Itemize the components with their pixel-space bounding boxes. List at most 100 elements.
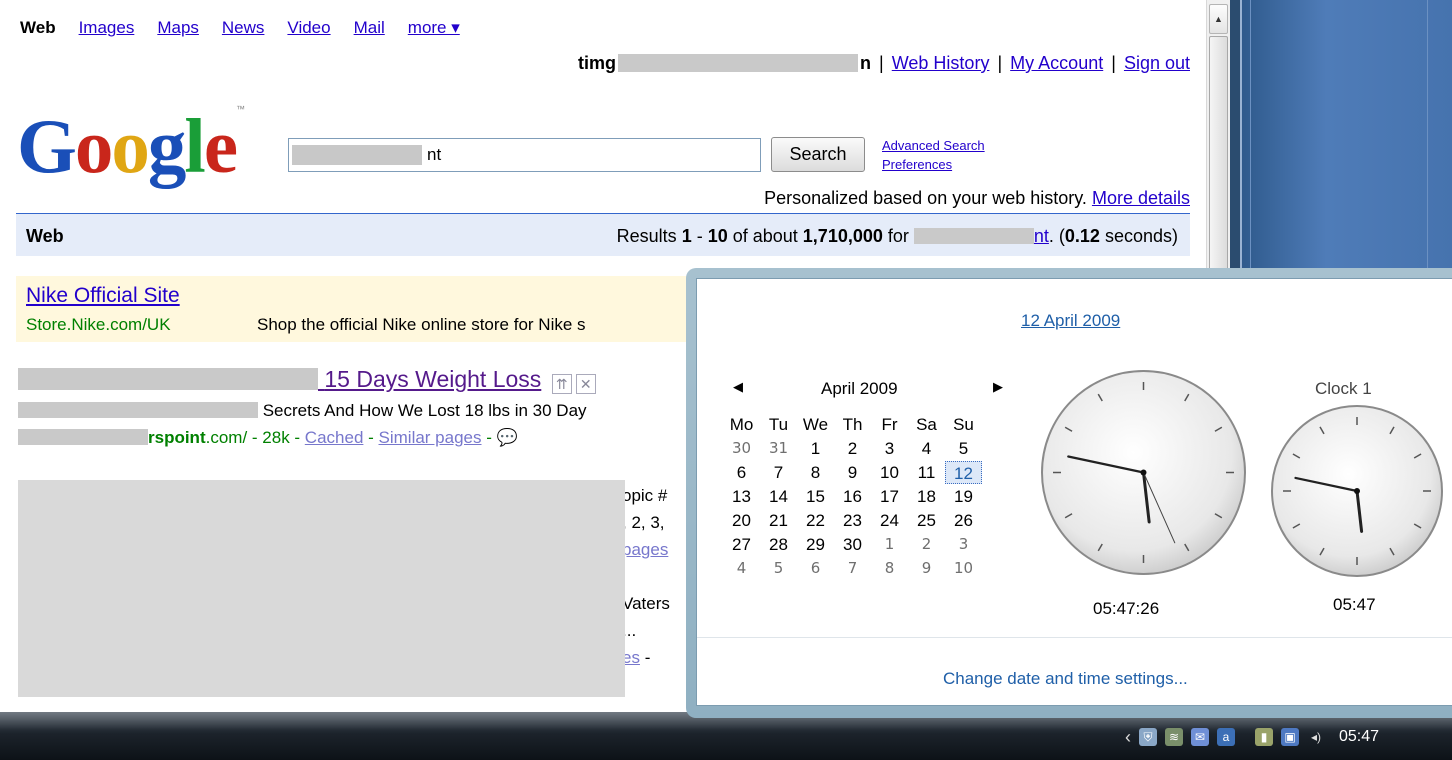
calendar-day[interactable]: 4 bbox=[723, 557, 760, 580]
clock-tick bbox=[1389, 547, 1395, 556]
more-details-link[interactable]: More details bbox=[1092, 188, 1190, 208]
calendar-day[interactable]: 23 bbox=[834, 509, 871, 532]
fragment-text: ... bbox=[622, 621, 637, 640]
calendar-day[interactable]: 7 bbox=[834, 557, 871, 580]
calendar-day[interactable]: 8 bbox=[871, 557, 908, 580]
web-history-link[interactable]: Web History bbox=[892, 53, 990, 73]
nav-mail[interactable]: Mail bbox=[354, 18, 385, 38]
preferences-link[interactable]: Preferences bbox=[882, 155, 985, 174]
calendar-day-today[interactable]: 12 bbox=[945, 461, 982, 484]
query-link[interactable]: nt bbox=[913, 226, 1049, 246]
search-button[interactable]: Search bbox=[771, 137, 865, 172]
calendar-day[interactable]: 21 bbox=[760, 509, 797, 532]
calendar-day[interactable]: 30 bbox=[834, 533, 871, 556]
calendar-day[interactable]: 14 bbox=[760, 485, 797, 508]
power-icon[interactable]: ▮ bbox=[1255, 728, 1273, 746]
calendar-day[interactable]: 7 bbox=[760, 461, 797, 484]
weekday-header: Mo bbox=[729, 415, 754, 434]
calendar-day[interactable]: 2 bbox=[908, 533, 945, 556]
show-hidden-icon[interactable]: ‹ bbox=[1125, 727, 1131, 748]
next-month-icon[interactable]: ▶ bbox=[993, 379, 1003, 395]
calendar-day[interactable]: 5 bbox=[945, 437, 982, 460]
nav-news[interactable]: News bbox=[222, 18, 265, 38]
ad-url: Store.Nike.com/UK bbox=[26, 315, 171, 334]
calendar-day[interactable]: 17 bbox=[871, 485, 908, 508]
scroll-up-arrow-icon[interactable]: ▲ bbox=[1209, 4, 1228, 34]
taskbar-clock[interactable]: 05:47 bbox=[1339, 728, 1379, 746]
comment-icon[interactable]: 💬 bbox=[497, 428, 518, 447]
calendar-day[interactable]: 13 bbox=[723, 485, 760, 508]
calendar-day[interactable]: 25 bbox=[908, 509, 945, 532]
calendar-day[interactable]: 8 bbox=[797, 461, 834, 484]
calendar-day[interactable]: 24 bbox=[871, 509, 908, 532]
calendar-day[interactable]: 19 bbox=[945, 485, 982, 508]
network-icon[interactable]: ≋ bbox=[1165, 728, 1183, 746]
similar-pages-link[interactable]: Similar pages bbox=[379, 428, 482, 447]
calendar-day[interactable]: 1 bbox=[797, 437, 834, 460]
google-logo[interactable]: Google™ bbox=[17, 105, 245, 185]
calendar-day[interactable]: 16 bbox=[834, 485, 871, 508]
previous-month-icon[interactable]: ◀ bbox=[733, 379, 743, 395]
calendar-day[interactable]: 2 bbox=[834, 437, 871, 460]
fragment-text: opic # bbox=[622, 486, 668, 505]
calendar-day[interactable]: 3 bbox=[871, 437, 908, 460]
result-snippet: Secrets And How We Lost 18 lbs in 30 Day bbox=[18, 401, 587, 421]
clock-face-svg bbox=[1053, 382, 1234, 563]
network-status-icon[interactable]: ▣ bbox=[1281, 728, 1299, 746]
calendar-month[interactable]: April 2009 bbox=[821, 379, 898, 399]
calendar-day[interactable]: 4 bbox=[908, 437, 945, 460]
calendar-day[interactable]: 9 bbox=[908, 557, 945, 580]
search-value: nt bbox=[427, 145, 442, 164]
cached-link[interactable]: Cached bbox=[305, 428, 364, 447]
advanced-search-link[interactable]: Advanced Search bbox=[882, 136, 985, 155]
nav-more[interactable]: more ▾ bbox=[408, 18, 460, 38]
nav-video[interactable]: Video bbox=[287, 18, 330, 38]
calendar-day[interactable]: 28 bbox=[760, 533, 797, 556]
calendar-day[interactable]: 9 bbox=[834, 461, 871, 484]
calendar-day[interactable]: 31 bbox=[760, 437, 797, 460]
result-title-link[interactable]: 15 Days Weight Loss bbox=[18, 366, 541, 392]
calendar-day[interactable]: 3 bbox=[945, 533, 982, 556]
remove-icon[interactable]: ✕ bbox=[575, 374, 596, 394]
security-icon[interactable]: ⛨ bbox=[1139, 728, 1157, 746]
calendar-day[interactable]: 18 bbox=[908, 485, 945, 508]
calendar-day[interactable]: 5 bbox=[760, 557, 797, 580]
nav-maps[interactable]: Maps bbox=[157, 18, 199, 38]
calendar-day[interactable]: 10 bbox=[871, 461, 908, 484]
calendar-day[interactable]: 29 bbox=[797, 533, 834, 556]
change-date-time-settings-link[interactable]: Change date and time settings... bbox=[943, 669, 1188, 689]
clock-tick bbox=[1184, 543, 1190, 552]
calendar-day[interactable]: 30 bbox=[723, 437, 760, 460]
weekday-header: Fr bbox=[881, 415, 898, 434]
my-account-link[interactable]: My Account bbox=[1010, 53, 1103, 73]
current-date-link[interactable]: 12 April 2009 bbox=[1021, 311, 1120, 331]
fragment-link[interactable]: pages bbox=[622, 536, 670, 563]
calendar-day[interactable]: 6 bbox=[723, 461, 760, 484]
weekday-header: Sa bbox=[916, 415, 937, 434]
calendar-day[interactable]: 6 bbox=[797, 557, 834, 580]
antivirus-icon[interactable]: a bbox=[1217, 728, 1235, 746]
result-title: 15 Days Weight Loss ⇈ ✕ bbox=[18, 366, 596, 394]
calendar-day[interactable]: 11 bbox=[908, 461, 945, 484]
stats-text: - bbox=[691, 226, 708, 246]
sign-out-link[interactable]: Sign out bbox=[1124, 53, 1190, 73]
stats-text: for bbox=[882, 226, 914, 246]
stats-text: seconds) bbox=[1099, 226, 1178, 246]
calendar-day[interactable]: 10 bbox=[945, 557, 982, 580]
calendar-day[interactable]: 20 bbox=[723, 509, 760, 532]
calendar-day[interactable]: 15 bbox=[797, 485, 834, 508]
volume-icon[interactable]: ◂) bbox=[1307, 728, 1325, 746]
results-label: Web bbox=[26, 226, 64, 246]
ad-title-link[interactable]: Nike Official Site bbox=[26, 284, 180, 308]
query-suffix: nt bbox=[1033, 226, 1049, 246]
mail-icon[interactable]: ✉ bbox=[1191, 728, 1209, 746]
promote-icon[interactable]: ⇈ bbox=[551, 374, 572, 394]
separator: | bbox=[879, 53, 884, 73]
calendar-day[interactable]: 27 bbox=[723, 533, 760, 556]
nav-images[interactable]: Images bbox=[79, 18, 135, 38]
calendar-day[interactable]: 22 bbox=[797, 509, 834, 532]
calendar-day[interactable]: 26 bbox=[945, 509, 982, 532]
fragment-text: Vaters bbox=[622, 594, 670, 613]
stats-total: 1,710,000 bbox=[802, 226, 883, 246]
calendar-day[interactable]: 1 bbox=[871, 533, 908, 556]
